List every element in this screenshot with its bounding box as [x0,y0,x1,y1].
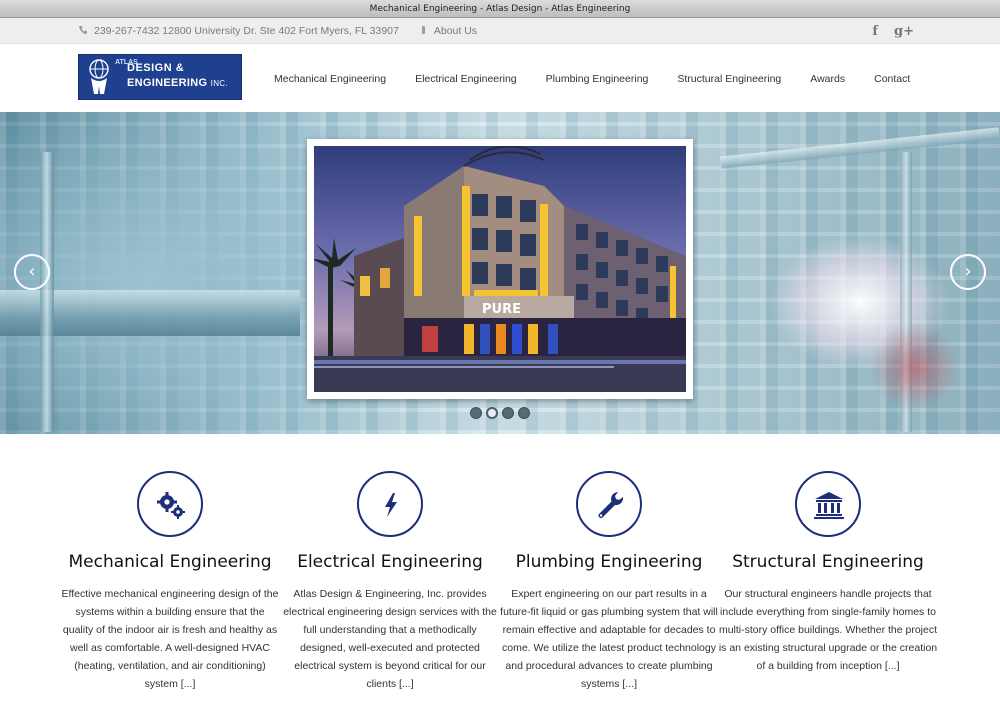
hero-background-glow [870,322,960,412]
nav-structural-engineering[interactable]: Structural Engineering [677,73,781,85]
slider-prev-arrow-icon[interactable]: ‹ [14,254,50,290]
info-icon [419,25,428,38]
atlas-globe-icon [89,59,109,94]
service-description: Our structural engineers handle projects… [718,588,938,672]
contact-text: 239-267-7432 12800 University Dr. Ste 40… [94,25,399,37]
slider-dot[interactable] [518,407,530,419]
service-description: Atlas Design & Engineering, Inc. provide… [283,588,497,690]
slider-dot-active[interactable] [486,407,498,419]
lightning-icon[interactable] [357,471,423,537]
contact-info: 239-267-7432 12800 University Dr. Ste 40… [78,18,477,44]
contact-bar: 239-267-7432 12800 University Dr. Ste 40… [0,18,1000,44]
logo-suffix: INC. [210,79,228,88]
logo-line-1: DESIGN & [127,62,185,74]
logo-line-2: ENGINEERING INC. [127,77,228,89]
slide-photo: PURE [314,146,686,392]
hero-background-pipe [40,152,54,432]
site-header: ATLAS DESIGN & ENGINEERING INC. Mechanic… [0,44,1000,112]
hero-slider: PURE ‹ › [0,112,1000,434]
about-us-label: About Us [433,25,478,37]
main-nav: Mechanical Engineering Electrical Engine… [274,73,939,85]
phone-icon [78,25,88,38]
slider-dot[interactable] [470,407,482,419]
hero-background-pipe [720,127,1000,169]
facebook-icon[interactable]: f [872,24,878,39]
building-illustration: PURE [314,146,686,392]
logo-atlas-text: ATLAS [115,59,138,66]
nav-contact[interactable]: Contact [874,73,910,85]
nav-electrical-engineering[interactable]: Electrical Engineering [415,73,517,85]
institution-icon[interactable] [795,471,861,537]
service-title[interactable]: Structural Engineering [718,552,938,572]
service-title[interactable]: Plumbing Engineering [499,552,719,572]
social-links: f g+ [872,18,914,44]
services-section: Mechanical Engineering Effective mechani… [0,434,1000,713]
slider-pagination [470,407,530,419]
wrench-icon[interactable] [576,471,642,537]
nav-awards[interactable]: Awards [810,73,845,85]
sign-text: PURE [482,302,521,317]
service-description: Expert engineering on our part results i… [500,588,718,690]
service-description: Effective mechanical engineering design … [61,588,279,690]
gears-icon[interactable] [137,471,203,537]
about-us-link[interactable]: About Us [419,25,477,38]
service-title[interactable]: Electrical Engineering [280,552,500,572]
logo-line-2-text: ENGINEERING [127,77,208,89]
slide-frame: PURE [307,139,693,399]
slider-next-arrow-icon[interactable]: › [950,254,986,290]
google-plus-icon[interactable]: g+ [894,24,914,39]
slider-dot[interactable] [502,407,514,419]
browser-title-bar: Mechanical Engineering - Atlas Design - … [0,0,1000,18]
atlas-logo[interactable]: ATLAS DESIGN & ENGINEERING INC. [78,54,242,100]
nav-mechanical-engineering[interactable]: Mechanical Engineering [274,73,386,85]
service-title[interactable]: Mechanical Engineering [60,552,280,572]
nav-plumbing-engineering[interactable]: Plumbing Engineering [546,73,649,85]
window-title: Mechanical Engineering - Atlas Design - … [369,4,631,14]
